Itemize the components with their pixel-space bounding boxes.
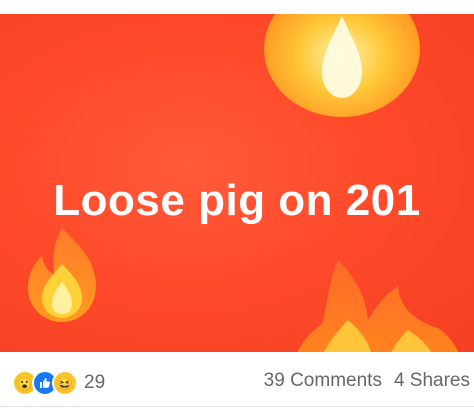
haha-reaction-icon: 😆: [52, 370, 78, 396]
fire-emoji-icon: [28, 228, 96, 322]
engagement-counts: 39 Comments 4 Shares: [264, 370, 470, 392]
post-stats-bar: 😮 😆 29 39 Comments 4 Shares: [0, 352, 474, 408]
fire-emoji-icon: [264, 14, 420, 117]
post-image[interactable]: Loose pig on 201: [0, 14, 474, 352]
post-headline: Loose pig on 201: [53, 176, 421, 225]
fire-emoji-icon: [297, 260, 459, 352]
reactions-summary[interactable]: 😮 😆 29: [12, 370, 105, 396]
comments-count-link[interactable]: 39 Comments: [264, 370, 382, 392]
divider: [0, 406, 474, 407]
top-strip: [0, 0, 474, 14]
reaction-count: 29: [84, 372, 106, 393]
shares-count-link[interactable]: 4 Shares: [394, 370, 470, 392]
